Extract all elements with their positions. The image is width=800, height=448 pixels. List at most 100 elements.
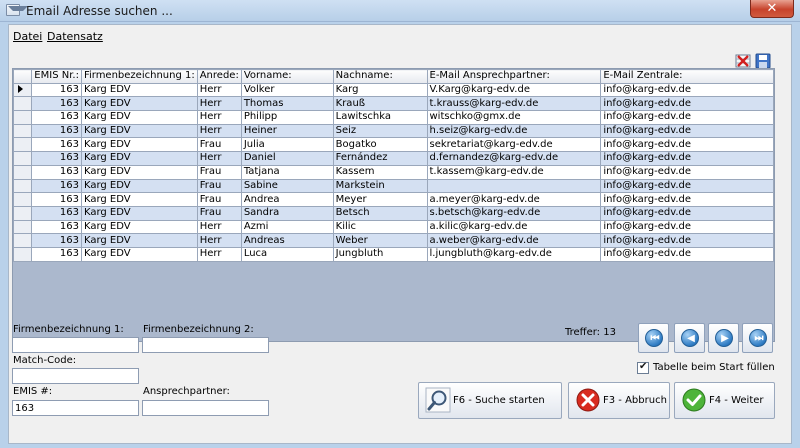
cell-anrede[interactable]: Frau: [196, 205, 242, 221]
cell-emis[interactable]: 163: [30, 137, 82, 153]
table-row[interactable]: 163 Karg EDV Herr Andreas Weber a.weber@karg-…: [13, 233, 774, 248]
firma2-input[interactable]: [142, 337, 269, 353]
cell-nachname[interactable]: Bogatko: [332, 137, 428, 153]
row-header[interactable]: [13, 178, 32, 194]
cell-vorname[interactable]: Azmi: [240, 219, 334, 235]
cell-emis[interactable]: 163: [30, 82, 82, 98]
cell-anrede[interactable]: Herr: [196, 151, 242, 166]
row-header[interactable]: [13, 110, 32, 125]
cell-firma[interactable]: Karg EDV: [80, 178, 198, 194]
cell-email-ansprechpartner[interactable]: a.meyer@karg-edv.de: [426, 192, 602, 207]
cell-nachname[interactable]: Weber: [332, 233, 428, 248]
cell-anrede[interactable]: Frau: [196, 178, 242, 194]
table-row[interactable]: 163 Karg EDV Frau Tatjana Kassem t.kassem@kar…: [13, 164, 774, 180]
results-grid[interactable]: EMIS Nr.: Firmenbezeichnung 1: Anrede: V…: [12, 68, 775, 342]
close-button[interactable]: ✕: [750, 0, 794, 18]
cell-nachname[interactable]: Markstein: [332, 178, 428, 194]
save-disk-icon[interactable]: [755, 53, 771, 69]
cell-firma[interactable]: Karg EDV: [80, 110, 198, 125]
table-row[interactable]: 163 Karg EDV Frau Sabine Markstein info@karg-…: [13, 178, 774, 194]
table-row[interactable]: 163 Karg EDV Herr Azmi Kilic a.kilic@karg-edv…: [13, 219, 774, 235]
cell-firma[interactable]: Karg EDV: [80, 205, 198, 221]
column-header-emis[interactable]: EMIS Nr.:: [30, 69, 82, 84]
cell-email-ansprechpartner[interactable]: h.seiz@karg-edv.de: [426, 123, 602, 139]
fill-on-start-checkbox[interactable]: [637, 361, 649, 374]
cell-firma[interactable]: Karg EDV: [80, 233, 198, 248]
cell-emis[interactable]: 163: [30, 192, 82, 207]
ansprechpartner-input[interactable]: [142, 400, 269, 416]
cell-email-zentrale[interactable]: info@karg-edv.de: [600, 151, 774, 166]
cell-emis[interactable]: 163: [30, 151, 82, 166]
cell-emis[interactable]: 163: [30, 178, 82, 194]
cell-vorname[interactable]: Sabine: [240, 178, 334, 194]
row-header[interactable]: [13, 192, 32, 207]
row-header[interactable]: [13, 151, 32, 166]
table-row[interactable]: 163 Karg EDV Frau Sandra Betsch s.betsch@karg…: [13, 205, 774, 221]
column-header-vorname[interactable]: Vorname:: [240, 69, 334, 84]
cell-firma[interactable]: Karg EDV: [80, 246, 198, 262]
cell-firma[interactable]: Karg EDV: [80, 164, 198, 180]
cell-email-zentrale[interactable]: info@karg-edv.de: [600, 192, 774, 207]
menu-datensatz[interactable]: Datensatz: [47, 30, 103, 43]
cell-nachname[interactable]: Meyer: [332, 192, 428, 207]
cell-vorname[interactable]: Thomas: [240, 96, 334, 112]
row-header[interactable]: [13, 219, 32, 235]
cell-emis[interactable]: 163: [30, 233, 82, 248]
emis-input[interactable]: [12, 400, 139, 416]
cell-vorname[interactable]: Sandra: [240, 205, 334, 221]
row-header[interactable]: [13, 164, 32, 180]
cell-firma[interactable]: Karg EDV: [80, 137, 198, 153]
previous-record-button[interactable]: ◀: [674, 323, 705, 353]
cell-anrede[interactable]: Herr: [196, 96, 242, 112]
cell-nachname[interactable]: Betsch: [332, 205, 428, 221]
cell-firma[interactable]: Karg EDV: [80, 192, 198, 207]
cell-email-zentrale[interactable]: info@karg-edv.de: [600, 82, 774, 98]
cell-firma[interactable]: Karg EDV: [80, 151, 198, 166]
cell-nachname[interactable]: Kilic: [332, 219, 428, 235]
cell-nachname[interactable]: Fernández: [332, 151, 428, 166]
table-row[interactable]: 163 Karg EDV Herr Thomas Krauß t.krauss@karg-…: [13, 96, 774, 112]
row-header[interactable]: [13, 233, 32, 248]
cell-email-zentrale[interactable]: info@karg-edv.de: [600, 96, 774, 112]
cell-vorname[interactable]: Volker: [240, 82, 334, 98]
cancel-button[interactable]: F3 - Abbruch: [568, 382, 670, 419]
row-header[interactable]: [13, 205, 32, 221]
cell-email-ansprechpartner[interactable]: s.betsch@karg-edv.de: [426, 205, 602, 221]
cell-nachname[interactable]: Krauß: [332, 96, 428, 112]
cell-nachname[interactable]: Kassem: [332, 164, 428, 180]
cell-email-ansprechpartner[interactable]: t.kassem@karg-edv.de: [426, 164, 602, 180]
menu-datei[interactable]: Datei: [13, 30, 42, 43]
cell-anrede[interactable]: Frau: [196, 164, 242, 180]
firma1-input[interactable]: [12, 337, 139, 353]
next-record-button[interactable]: ▶: [708, 323, 739, 353]
cell-emis[interactable]: 163: [30, 123, 82, 139]
cell-anrede[interactable]: Herr: [196, 233, 242, 248]
column-header-anrede[interactable]: Anrede:: [196, 69, 242, 84]
cell-nachname[interactable]: Jungbluth: [332, 246, 428, 262]
row-header[interactable]: [13, 246, 32, 262]
cell-anrede[interactable]: Herr: [196, 123, 242, 139]
row-header[interactable]: [13, 82, 32, 98]
cell-email-ansprechpartner[interactable]: witschko@gmx.de: [426, 110, 602, 125]
cell-anrede[interactable]: Frau: [196, 192, 242, 207]
cell-emis[interactable]: 163: [30, 96, 82, 112]
column-header-email-zentrale[interactable]: E-Mail Zentrale:: [600, 69, 774, 84]
cell-email-ansprechpartner[interactable]: l.jungbluth@karg-edv.de: [426, 246, 602, 262]
cell-anrede[interactable]: Herr: [196, 246, 242, 262]
cell-email-zentrale[interactable]: info@karg-edv.de: [600, 123, 774, 139]
cell-anrede[interactable]: Herr: [196, 110, 242, 125]
cell-email-zentrale[interactable]: info@karg-edv.de: [600, 233, 774, 248]
cell-emis[interactable]: 163: [30, 246, 82, 262]
cell-vorname[interactable]: Tatjana: [240, 164, 334, 180]
first-record-button[interactable]: ⏮: [638, 323, 669, 353]
column-header-nachname[interactable]: Nachname:: [332, 69, 428, 84]
row-header[interactable]: [13, 96, 32, 112]
cell-emis[interactable]: 163: [30, 164, 82, 180]
cell-vorname[interactable]: Andrea: [240, 192, 334, 207]
cell-emis[interactable]: 163: [30, 110, 82, 125]
cell-vorname[interactable]: Julia: [240, 137, 334, 153]
column-header-email-ansprechpartner[interactable]: E-Mail Ansprechpartner:: [426, 69, 602, 84]
table-row[interactable]: 163 Karg EDV Herr Heiner Seiz h.seiz@karg-edv…: [13, 123, 774, 139]
cell-firma[interactable]: Karg EDV: [80, 219, 198, 235]
cell-nachname[interactable]: Karg: [332, 82, 428, 98]
